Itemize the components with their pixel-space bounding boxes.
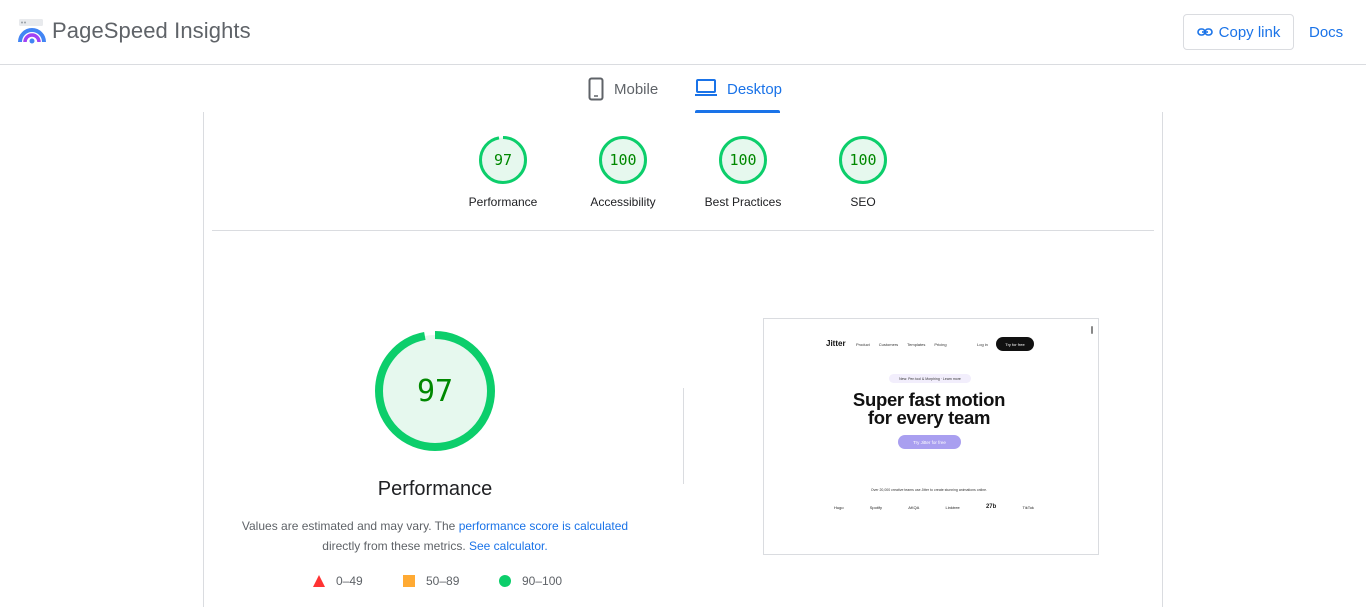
tab-desktop[interactable]: Desktop bbox=[695, 77, 782, 113]
laptop-icon bbox=[695, 79, 717, 96]
orange-square-icon bbox=[403, 575, 415, 587]
site-customer-logos: Hugo Spotify AKQA Linktree 27b TikTok bbox=[834, 504, 1034, 510]
performance-score: 97 bbox=[417, 374, 453, 409]
site-login: Log in bbox=[977, 342, 988, 347]
site-nav-item: Pricing bbox=[934, 342, 947, 347]
smartphone-icon bbox=[588, 77, 604, 101]
thumbnail-scrollbar bbox=[1091, 326, 1093, 334]
site-logo: Jitter bbox=[826, 339, 846, 348]
copy-link-button[interactable]: Copy link bbox=[1183, 14, 1294, 50]
legend-pass: 90–100 bbox=[498, 574, 562, 588]
customer-logo: TikTok bbox=[1022, 504, 1034, 510]
desc-text: Values are estimated and may vary. The bbox=[241, 519, 456, 533]
customer-logo: 27b bbox=[985, 504, 997, 510]
docs-link[interactable]: Docs bbox=[1309, 24, 1343, 41]
category-score: 97 bbox=[494, 151, 512, 169]
red-triangle-icon bbox=[313, 575, 325, 587]
site-announcement: New: Pen tool & Morphing · Learn more bbox=[889, 374, 971, 383]
performance-gauge: 97 bbox=[375, 331, 495, 451]
final-screenshot[interactable]: Jitter Product Customers Templates Prici… bbox=[763, 318, 1099, 555]
app-title: PageSpeed Insights bbox=[52, 18, 251, 43]
legend-range: 0–49 bbox=[336, 574, 363, 588]
customer-logo: Spotify bbox=[869, 504, 882, 510]
site-try-button: Try for free bbox=[996, 337, 1034, 351]
legend-average: 50–89 bbox=[402, 574, 459, 588]
section-divider bbox=[212, 230, 1154, 231]
copy-link-label: Copy link bbox=[1218, 23, 1281, 41]
category-seo[interactable]: 100 SEO bbox=[808, 135, 918, 209]
site-social-proof: Over 20,000 creative teams use Jitter to… bbox=[870, 488, 988, 492]
pagespeed-logo-icon bbox=[18, 19, 46, 44]
category-label: Performance bbox=[468, 195, 538, 209]
score-gauge: 100 bbox=[719, 136, 767, 184]
performance-title: Performance bbox=[377, 478, 493, 500]
category-accessibility[interactable]: 100 Accessibility bbox=[568, 135, 678, 209]
score-gauge: 100 bbox=[839, 136, 887, 184]
tab-mobile[interactable]: Mobile bbox=[588, 77, 658, 113]
site-nav-item: Customers bbox=[878, 342, 899, 347]
score-gauge: 100 bbox=[599, 136, 647, 184]
category-label: Best Practices bbox=[704, 195, 782, 209]
legend-fail: 0–49 bbox=[312, 574, 363, 588]
legend-range: 90–100 bbox=[522, 574, 563, 588]
category-best-practices[interactable]: 100 Best Practices bbox=[688, 135, 798, 209]
tab-mobile-label: Mobile bbox=[614, 81, 659, 98]
site-headline: Super fast motion for every team bbox=[804, 390, 1054, 428]
category-score: 100 bbox=[609, 151, 636, 169]
legend-range: 50–89 bbox=[426, 574, 460, 588]
performance-description: Values are estimated and may vary. The p… bbox=[230, 516, 640, 556]
customer-logo: Hugo bbox=[834, 504, 844, 510]
customer-logo: Linktree bbox=[945, 504, 960, 510]
score-gauge: 97 bbox=[479, 136, 527, 184]
category-performance[interactable]: 97 Performance bbox=[448, 135, 558, 209]
site-nav-item: Product bbox=[856, 342, 870, 347]
site-nav-item: Templates bbox=[907, 342, 926, 347]
header: PageSpeed Insights Copy link Docs bbox=[0, 0, 1366, 65]
tab-desktop-label: Desktop bbox=[727, 81, 783, 98]
vertical-separator bbox=[683, 388, 684, 484]
category-label: SEO bbox=[850, 195, 876, 209]
category-label: Accessibility bbox=[590, 195, 656, 209]
performance-score-link[interactable]: performance score is calculated bbox=[459, 519, 628, 533]
category-score: 100 bbox=[729, 151, 756, 169]
category-score: 100 bbox=[849, 151, 876, 169]
green-circle-icon bbox=[499, 575, 511, 587]
site-headline-line: for every team bbox=[867, 407, 991, 428]
site-nav: Product Customers Templates Pricing bbox=[856, 342, 947, 347]
link-icon bbox=[1196, 28, 1213, 36]
desc-text: directly from these metrics. bbox=[322, 539, 466, 553]
site-cta: Try Jitter for free bbox=[898, 435, 961, 449]
customer-logo: AKQA bbox=[908, 504, 920, 510]
see-calculator-link[interactable]: See calculator. bbox=[469, 539, 548, 553]
